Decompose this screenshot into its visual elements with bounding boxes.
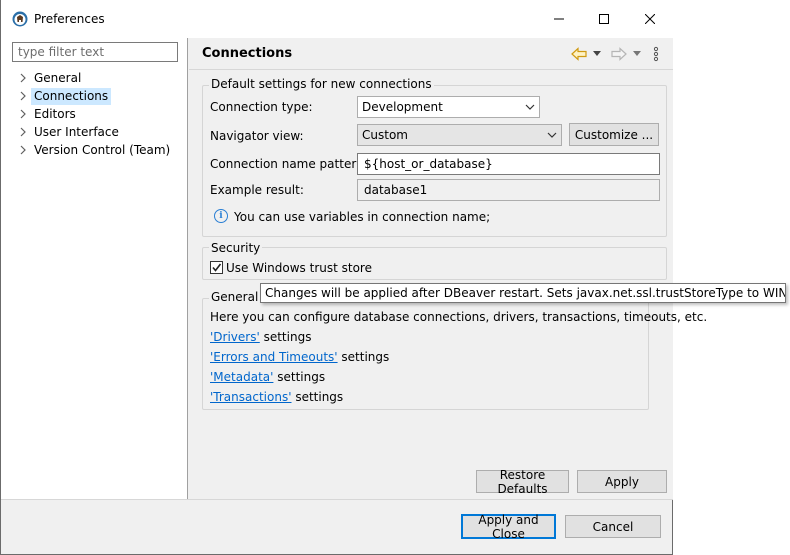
minimize-button[interactable] <box>536 0 582 38</box>
apply-button[interactable]: Apply <box>577 470 667 493</box>
navigator-view-select[interactable]: Custom <box>357 124 562 146</box>
errors-timeouts-settings-line: 'Errors and Timeouts' settings <box>210 350 389 364</box>
preferences-window: Preferences General Connections Editors <box>0 0 707 555</box>
settings-suffix: settings <box>273 370 326 384</box>
general-group-title: General <box>209 290 261 304</box>
window-title: Preferences <box>34 12 105 26</box>
title-bar: Preferences <box>1 0 674 38</box>
apply-and-close-button[interactable]: Apply and Close <box>461 513 556 541</box>
general-description: Here you can configure database connecti… <box>210 310 708 324</box>
maximize-button[interactable] <box>581 0 627 38</box>
default-settings-group-title: Default settings for new connections <box>209 77 434 91</box>
chevron-down-icon <box>525 97 535 117</box>
dbeaver-beaver-icon <box>12 11 28 27</box>
example-result-field: database1 <box>357 179 660 201</box>
cancel-button[interactable]: Cancel <box>565 515 661 538</box>
vertical-dots-icon <box>653 46 659 62</box>
checkmark-icon <box>212 263 222 272</box>
drivers-settings-line: 'Drivers' settings <box>210 330 311 344</box>
header-separator <box>189 69 673 70</box>
errors-timeouts-link[interactable]: 'Errors and Timeouts' <box>210 350 338 364</box>
connection-type-label: Connection type: <box>210 100 313 114</box>
forward-history-dropdown[interactable] <box>631 44 643 64</box>
preference-page: Connections Default settings for new con… <box>189 38 707 499</box>
page-title: Connections <box>202 46 293 61</box>
transactions-link[interactable]: 'Transactions' <box>210 390 292 404</box>
trust-store-checkbox[interactable] <box>210 261 223 274</box>
tree-item-label: User Interface <box>34 124 119 139</box>
settings-suffix: settings <box>337 350 390 364</box>
close-icon <box>645 14 655 24</box>
tree-item-connections[interactable]: Connections <box>15 87 112 105</box>
settings-suffix: settings <box>259 330 312 344</box>
chevron-right-icon[interactable] <box>15 141 31 159</box>
chevron-down-icon <box>593 51 601 56</box>
footer-separator <box>1 499 673 500</box>
security-group-title: Security <box>209 241 263 255</box>
transactions-settings-line: 'Transactions' settings <box>210 390 343 404</box>
tree-item-label: Editors <box>34 106 76 121</box>
tree-item-label: General <box>34 70 82 85</box>
chevron-right-icon[interactable] <box>15 69 31 87</box>
name-pattern-label: Connection name pattern: <box>210 157 368 171</box>
chevron-right-icon[interactable] <box>15 123 31 141</box>
navigator-view-label: Navigator view: <box>210 129 304 143</box>
name-pattern-input[interactable]: ${host_or_database} <box>357 153 660 175</box>
settings-suffix: settings <box>291 390 344 404</box>
back-arrow-icon <box>571 47 587 61</box>
filter-input[interactable] <box>12 42 178 62</box>
page-navigation-toolbar <box>569 44 669 64</box>
navigator-view-value: Custom <box>362 128 408 142</box>
connection-type-select[interactable]: Development <box>357 96 540 118</box>
chevron-down-icon <box>633 51 641 56</box>
tree-item-label: Version Control (Team) <box>34 142 171 157</box>
customize-button[interactable]: Customize ... <box>569 123 659 146</box>
connection-type-value: Development <box>362 100 443 114</box>
chevron-down-icon <box>547 125 557 145</box>
example-result-label: Example result: <box>210 183 304 197</box>
chevron-right-icon[interactable] <box>15 105 31 123</box>
info-icon: i <box>214 209 228 223</box>
back-history-dropdown[interactable] <box>591 44 603 64</box>
chevron-right-icon[interactable] <box>15 87 31 105</box>
tree-item-version-control[interactable]: Version Control (Team) <box>15 141 173 159</box>
info-text: You can use variables in connection name… <box>234 210 491 224</box>
restore-defaults-button[interactable]: Restore Defaults <box>476 468 569 496</box>
back-button[interactable] <box>569 44 589 64</box>
tree-item-editors[interactable]: Editors <box>15 105 79 123</box>
trust-store-tooltip: Changes will be applied after DBeaver re… <box>260 283 786 303</box>
preferences-tree-pane: General Connections Editors User Interfa… <box>1 38 188 499</box>
metadata-link[interactable]: 'Metadata' <box>210 370 273 384</box>
tree-item-general[interactable]: General <box>15 69 84 87</box>
forward-button[interactable] <box>609 44 629 64</box>
forward-arrow-icon <box>611 47 627 61</box>
view-menu-button[interactable] <box>649 44 663 64</box>
drivers-link[interactable]: 'Drivers' <box>210 330 260 344</box>
maximize-icon <box>599 14 609 24</box>
metadata-settings-line: 'Metadata' settings <box>210 370 325 384</box>
tree-item-label: Connections <box>31 87 112 105</box>
close-button[interactable] <box>627 0 673 38</box>
minimize-icon <box>554 18 564 20</box>
tree-item-user-interface[interactable]: User Interface <box>15 123 122 141</box>
trust-store-label[interactable]: Use Windows trust store <box>226 261 372 275</box>
